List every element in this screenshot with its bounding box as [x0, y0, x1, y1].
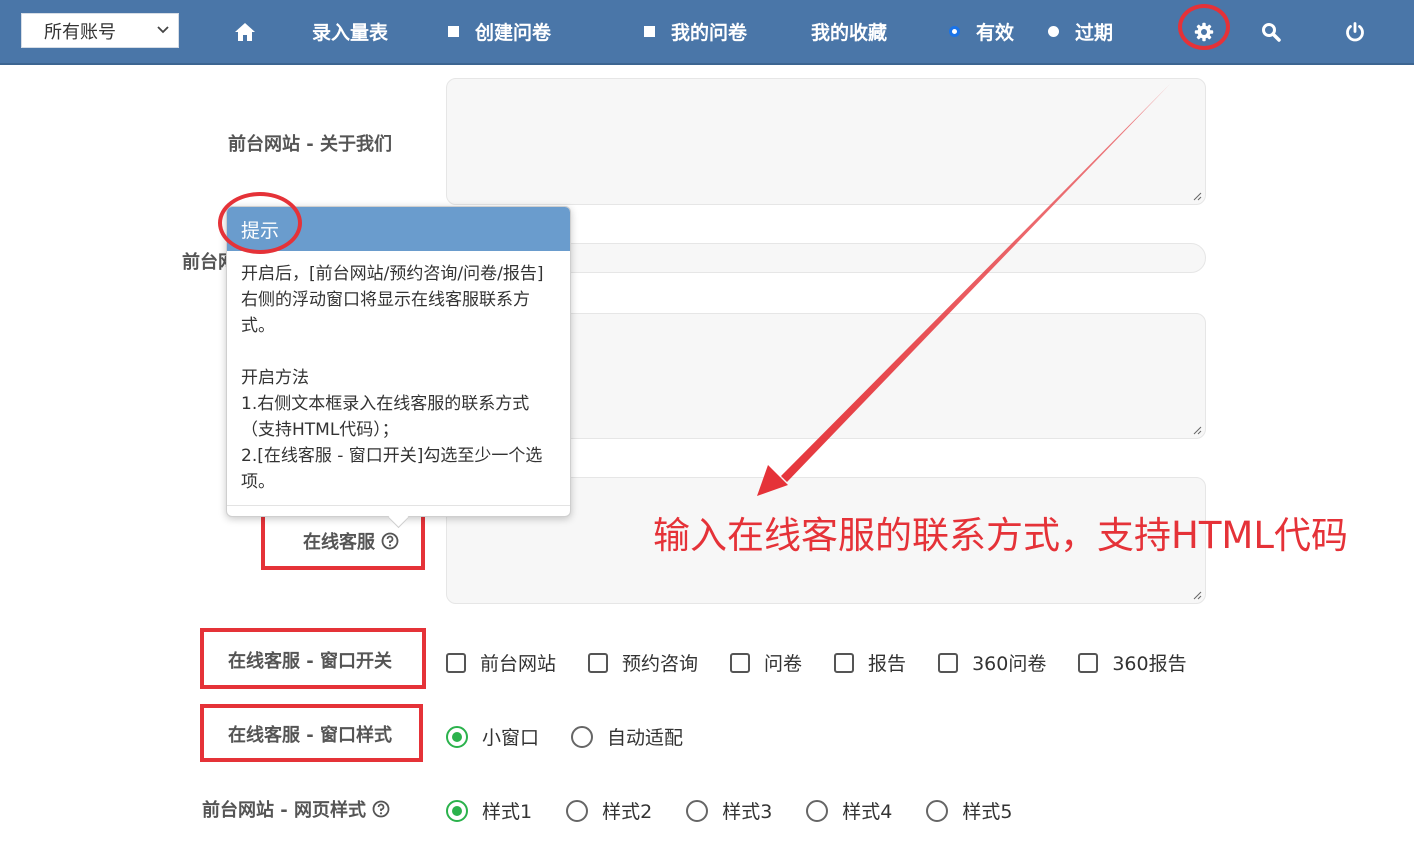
nav-input-scale[interactable]: 录入量表: [312, 0, 388, 63]
resize-grip-icon: [1193, 591, 1202, 600]
checkbox[interactable]: [588, 652, 609, 673]
radio-option[interactable]: 样式2: [566, 797, 652, 824]
checkbox-option[interactable]: 预约咨询: [588, 649, 698, 676]
filter-valid-radio[interactable]: 有效: [949, 0, 1014, 63]
radio-option[interactable]: 样式4: [806, 797, 892, 824]
filter-expired-radio[interactable]: 过期: [1048, 0, 1113, 63]
home-icon: [235, 22, 255, 41]
power-icon: [1346, 21, 1364, 41]
option-label: 问卷: [764, 653, 803, 675]
radio[interactable]: [926, 799, 949, 822]
option-label: 报告: [868, 653, 907, 675]
resize-grip-icon: [1193, 192, 1202, 201]
checkbox-option[interactable]: 360问卷: [938, 649, 1046, 676]
tooltip-body: 开启后，[前台网站/预约咨询/问卷/报告]右侧的浮动窗口将显示在线客服联系方式。…: [241, 264, 544, 492]
page-style-options: 样式1 样式2 样式3 样式4 样式5: [446, 797, 1012, 824]
radio[interactable]: [686, 799, 709, 822]
radio-option[interactable]: 样式3: [686, 797, 772, 824]
nav-label: 创建问卷: [475, 22, 552, 44]
checkbox-option[interactable]: 报告: [834, 649, 906, 676]
radio[interactable]: [806, 799, 829, 822]
option-label: 样式4: [842, 801, 893, 823]
option-label: 样式2: [602, 801, 653, 823]
checkbox-option[interactable]: 360报告: [1078, 649, 1187, 676]
radio[interactable]: [571, 725, 594, 748]
account-select-value: 所有账号: [44, 21, 116, 43]
checkbox[interactable]: [834, 652, 855, 673]
radio-option[interactable]: 样式5: [926, 797, 1012, 824]
window-switch-options: 前台网站 预约咨询 问卷 报告 360问卷 360报告: [446, 649, 1187, 676]
label-text: 前台网站 - 关于我们: [228, 134, 393, 155]
logout-button[interactable]: [1345, 0, 1365, 63]
option-label: 预约咨询: [622, 653, 699, 675]
option-label: 样式5: [962, 801, 1013, 823]
top-navbar: 所有账号 录入量表 创建问卷 我的问卷 我的收藏 有效 过期: [0, 0, 1414, 65]
about-us-textarea[interactable]: [446, 78, 1206, 205]
radio-option[interactable]: 自动适配: [571, 723, 683, 750]
window-style-options: 小窗口 自动适配: [446, 723, 715, 750]
checkbox[interactable]: [730, 652, 751, 673]
radio-selected-icon: [949, 26, 960, 37]
nav-label: 我的收藏: [811, 22, 888, 44]
checkbox-option[interactable]: 问卷: [730, 649, 802, 676]
search-button[interactable]: [1261, 0, 1281, 63]
resize-grip-icon: [1193, 426, 1202, 435]
radio-selected[interactable]: [446, 799, 468, 822]
home-link[interactable]: [234, 0, 256, 63]
nav-my-surveys[interactable]: 我的问卷: [644, 0, 747, 63]
tooltip-title-highlight-circle: [218, 192, 302, 254]
radio-selected[interactable]: [446, 725, 468, 748]
window-switch-highlight-box: [200, 628, 426, 689]
chevron-down-icon: [157, 26, 169, 34]
checkbox[interactable]: [1078, 652, 1099, 673]
nav-label: 录入量表: [312, 22, 389, 44]
option-label: 自动适配: [607, 727, 684, 749]
checkbox[interactable]: [938, 652, 959, 673]
radio-option[interactable]: 小窗口: [446, 723, 539, 750]
radio[interactable]: [566, 799, 589, 822]
label-text: 前台网站 - 网页样式: [202, 800, 367, 821]
square-icon: [448, 26, 459, 37]
option-label: 小窗口: [482, 727, 540, 749]
square-icon: [644, 26, 655, 37]
nav-label: 过期: [1075, 22, 1114, 44]
option-label: 360报告: [1112, 653, 1187, 675]
annotation-text: 输入在线客服的联系方式，支持HTML代码: [653, 514, 1348, 557]
page-style-label: 前台网站 - 网页样式: [202, 796, 390, 822]
radio-option[interactable]: 样式1: [446, 797, 532, 824]
tooltip-divider: [227, 505, 570, 506]
checkbox[interactable]: [446, 652, 466, 673]
option-label: 360问卷: [972, 653, 1047, 675]
option-label: 样式3: [722, 801, 773, 823]
tooltip-popover: 提示 开启后，[前台网站/预约咨询/问卷/报告]右侧的浮动窗口将显示在线客服联系…: [226, 206, 571, 529]
option-label: 前台网站: [480, 653, 557, 675]
gear-highlight-circle: [1178, 4, 1230, 50]
help-icon[interactable]: [372, 800, 390, 818]
account-select[interactable]: 所有账号: [21, 13, 179, 48]
checkbox-option[interactable]: 前台网站: [446, 649, 556, 676]
nav-label: 有效: [976, 22, 1015, 44]
nav-my-favorites[interactable]: 我的收藏: [811, 0, 887, 63]
radio-icon: [1048, 26, 1059, 37]
about-us-label: 前台网站 - 关于我们: [228, 130, 392, 156]
nav-label: 我的问卷: [671, 22, 748, 44]
nav-create-survey[interactable]: 创建问卷: [448, 0, 551, 63]
search-icon: [1262, 22, 1281, 42]
window-style-highlight-box: [200, 704, 423, 762]
option-label: 样式1: [482, 801, 533, 823]
